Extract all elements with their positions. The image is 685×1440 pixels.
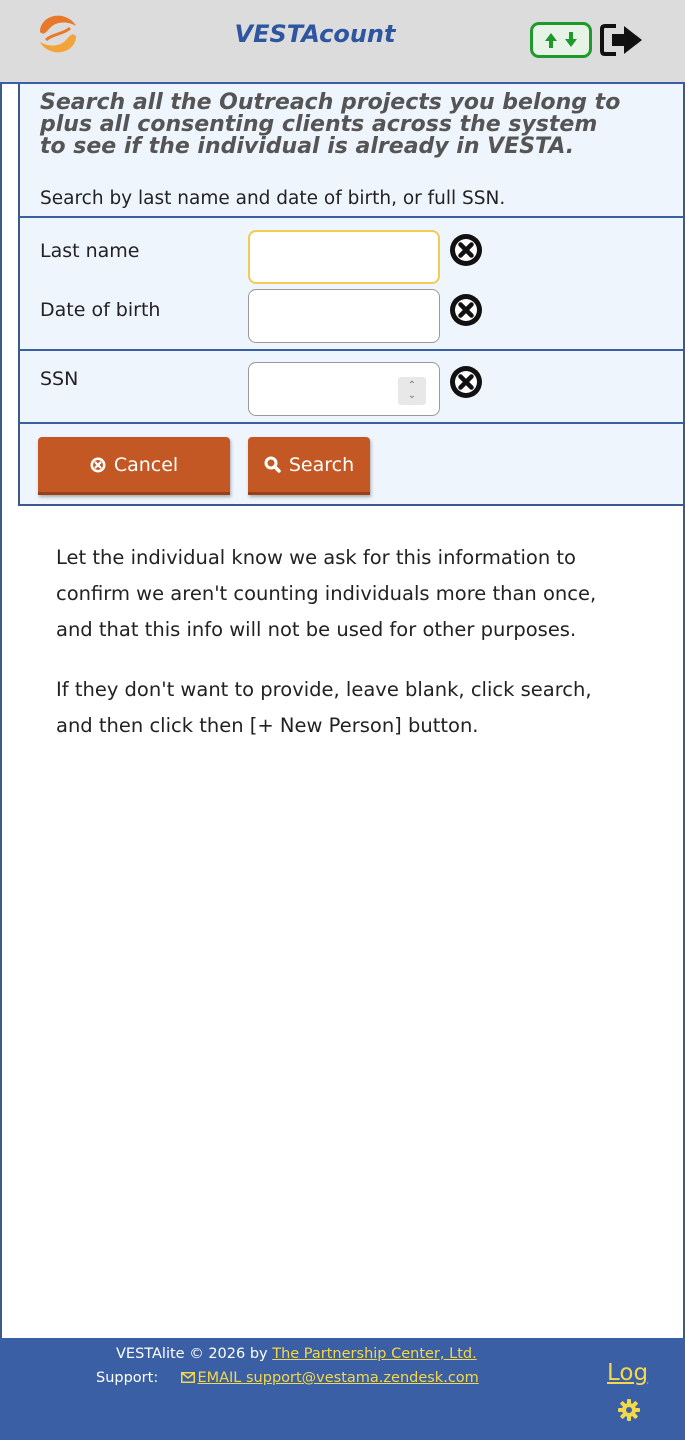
cancel-button[interactable]: Cancel (38, 437, 230, 495)
log-link[interactable]: Log (607, 1360, 648, 1386)
clear-circle-x-icon[interactable] (448, 364, 484, 400)
info-paragraph-1: Let the individual know we ask for this … (56, 540, 656, 648)
intro-line: plus all consenting clients across the s… (40, 112, 598, 137)
last-name-label: Last name (40, 240, 140, 262)
dob-label: Date of birth (40, 299, 161, 321)
copyright-text: VESTAlite © 2026 by (116, 1346, 273, 1362)
info-paragraph-2: If they don't want to provide, leave bla… (56, 672, 656, 744)
search-panel: Search all the Outreach projects you bel… (18, 84, 685, 506)
clear-circle-x-icon[interactable] (448, 292, 484, 328)
note-line: If they don't want to provide, leave bla… (56, 678, 592, 701)
ssn-label: SSN (40, 368, 79, 390)
intro-heading: Search all the Outreach projects you bel… (40, 92, 640, 158)
divider (20, 349, 683, 351)
gear-icon[interactable] (617, 1398, 641, 1422)
exit-arrow-icon[interactable] (600, 20, 646, 60)
last-name-field[interactable] (248, 230, 440, 284)
note-line: Let the individual know we ask for this … (56, 546, 576, 569)
divider (20, 216, 683, 218)
search-button[interactable]: Search (248, 437, 370, 495)
note-line: and then click then [+ New Person] butto… (56, 714, 479, 737)
cancel-circle-icon (90, 457, 106, 472)
sync-button[interactable] (530, 22, 592, 58)
app-header: VESTAcount (0, 0, 685, 84)
note-line: confirm we aren't counting individuals m… (56, 582, 597, 605)
intro-line: Search all the Outreach projects you bel… (40, 90, 621, 115)
ssn-spinner[interactable]: ⌃ ⌄ (398, 377, 426, 405)
intro-subtext: Search by last name and date of birth, o… (40, 188, 506, 209)
copyright-line: VESTAlite © 2026 by The Partnership Cent… (116, 1346, 477, 1362)
ssn-field-wrapper: ⌃ ⌄ (248, 362, 440, 416)
spinner-down-icon[interactable]: ⌄ (408, 391, 416, 401)
note-line: and that this info will not be used for … (56, 618, 577, 641)
search-magnifier-icon (264, 456, 281, 473)
app-footer: VESTAlite © 2026 by The Partnership Cent… (0, 1338, 685, 1440)
dob-field[interactable] (248, 289, 440, 343)
sync-arrows-icon (545, 32, 577, 48)
partnership-center-link[interactable]: The Partnership Center, Ltd. (272, 1346, 476, 1362)
intro-line: to see if the individual is already in V… (40, 134, 575, 159)
divider (20, 422, 683, 424)
support-label: Support: (96, 1370, 159, 1386)
cancel-button-label: Cancel (113, 453, 179, 476)
support-email-text: EMAIL support@vestama.zendesk.com (197, 1370, 479, 1386)
support-line: Support: EMAIL support@vestama.zendesk.c… (96, 1370, 479, 1386)
clear-circle-x-icon[interactable] (448, 232, 484, 268)
search-button-label: Search (288, 453, 355, 476)
envelope-icon (181, 1372, 196, 1383)
support-email-link[interactable]: EMAIL support@vestama.zendesk.com (181, 1370, 479, 1386)
